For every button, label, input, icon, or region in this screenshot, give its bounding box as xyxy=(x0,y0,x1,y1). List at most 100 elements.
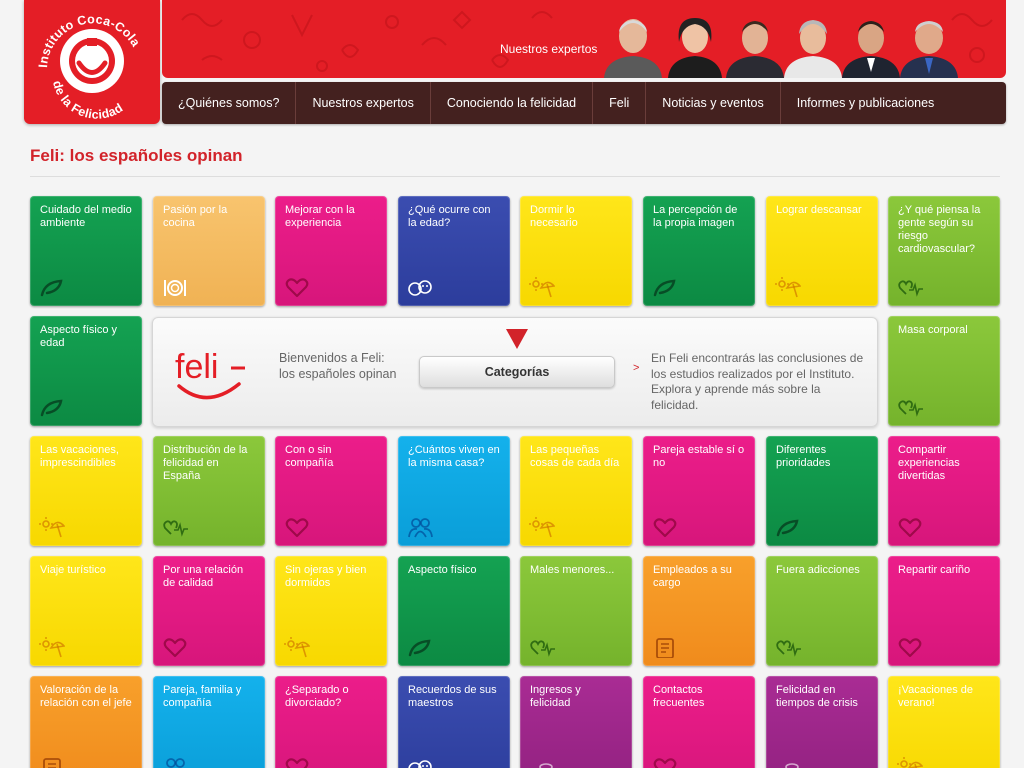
category-tile[interactable]: ¿Cuántos viven en la misma casa? xyxy=(398,436,510,546)
category-tile[interactable]: Cuidado del medio ambiente xyxy=(30,196,142,306)
clipboard-icon xyxy=(43,758,61,768)
nav-item-informes-publicaciones[interactable]: Informes y publicaciones xyxy=(781,82,951,124)
category-tile[interactable]: Aspecto físico y edad xyxy=(30,316,142,426)
category-tile-label: Aspecto físico y edad xyxy=(40,324,118,349)
leaf-icon xyxy=(40,399,63,417)
sun-umbrella-icon xyxy=(284,637,310,658)
category-tile[interactable]: Recuerdos de sus maestros xyxy=(398,676,510,768)
clipboard-icon xyxy=(656,638,674,658)
heart-icon xyxy=(285,278,309,298)
category-tile-label: Masa corporal xyxy=(898,324,968,336)
category-tile[interactable]: Repartir cariño xyxy=(888,556,1000,666)
heart-icon xyxy=(898,518,922,538)
category-tile[interactable]: Las pequeñas cosas de cada día xyxy=(520,436,632,546)
category-tile[interactable]: Viaje turístico xyxy=(30,556,142,666)
people-icon xyxy=(408,518,433,538)
category-tile[interactable]: Con o sin compañía xyxy=(275,436,387,546)
category-tile-label: Recuerdos de sus maestros xyxy=(408,684,497,709)
category-tile-label: Sin ojeras y bien dormidos xyxy=(285,564,367,589)
expert-portrait-1[interactable] xyxy=(602,12,664,78)
banner-experts-label[interactable]: Nuestros expertos xyxy=(500,42,597,56)
category-tile[interactable]: Empleados a su cargo xyxy=(643,556,755,666)
category-tile-label: Pareja estable sí o no xyxy=(653,444,745,469)
category-tile-label: Distribución de la felicidad en España xyxy=(163,444,248,482)
category-tile-label: ¿Y qué piensa la gente según su riesgo c… xyxy=(898,204,981,255)
coins-icon xyxy=(785,763,799,768)
category-tile-label: Aspecto físico xyxy=(408,564,477,576)
category-tile[interactable]: Aspecto físico xyxy=(398,556,510,666)
category-tile[interactable]: Mejorar con la experiencia xyxy=(275,196,387,306)
faces-icon xyxy=(408,760,432,768)
nav-item-feli[interactable]: Feli xyxy=(593,82,647,124)
heartbeat-icon xyxy=(530,640,555,657)
nav-item-quienes-somos[interactable]: ¿Quiénes somos? xyxy=(162,82,297,124)
expert-portrait-5[interactable] xyxy=(840,12,902,78)
heart-icon xyxy=(285,518,309,538)
panel-description: En Feli encontrarás las conclusiones de … xyxy=(651,351,864,412)
category-tile[interactable]: Ingresos y felicidad xyxy=(520,676,632,768)
leaf-icon xyxy=(408,639,431,657)
category-tile[interactable]: Distribución de la felicidad en España xyxy=(153,436,265,546)
category-tile-label: Las pequeñas cosas de cada día xyxy=(530,444,620,469)
category-tile[interactable]: Contactos frecuentes xyxy=(643,676,755,768)
expert-portrait-2[interactable] xyxy=(664,12,726,78)
heart-icon xyxy=(653,518,677,538)
category-tile-label: Viaje turístico xyxy=(40,564,106,576)
category-tile[interactable]: Pareja, familia y compañía xyxy=(153,676,265,768)
category-tile-label: ¿Qué ocurre con la edad? xyxy=(408,204,491,229)
chevron-right-icon: > xyxy=(633,362,640,374)
plate-cutlery-icon xyxy=(164,280,186,296)
category-tile[interactable]: ¿Y qué piensa la gente según su riesgo c… xyxy=(888,196,1000,306)
category-tile[interactable]: Valoración de la relación con el jefe xyxy=(30,676,142,768)
category-tile[interactable]: Dormir lo necesario xyxy=(520,196,632,306)
category-tile[interactable]: ¿Separado o divorciado? xyxy=(275,676,387,768)
leaf-icon xyxy=(776,519,799,537)
heart-icon xyxy=(285,758,309,768)
category-tile-label: Repartir cariño xyxy=(898,564,971,576)
category-tile[interactable]: Las vacaciones, imprescindibles xyxy=(30,436,142,546)
category-tile-label: Diferentes prioridades xyxy=(776,444,831,469)
heart-icon xyxy=(163,638,187,658)
page-title: Feli: los españoles opinan xyxy=(30,146,243,165)
category-tile[interactable]: ¡Vacaciones de verano! xyxy=(888,676,1000,768)
category-tile[interactable]: ¿Qué ocurre con la edad? xyxy=(398,196,510,306)
category-tile-label: Contactos frecuentes xyxy=(653,684,705,709)
category-tile-label: Pasión por la cocina xyxy=(163,204,228,229)
category-tile[interactable]: Diferentes prioridades xyxy=(766,436,878,546)
expert-portrait-6[interactable] xyxy=(898,12,960,78)
experts-banner[interactable]: Nuestros expertos xyxy=(162,0,1006,78)
sun-umbrella-icon xyxy=(39,637,65,658)
category-tile-label: Dormir lo necesario xyxy=(530,204,578,229)
category-tile[interactable]: La percepción de la propia imagen xyxy=(643,196,755,306)
faces-icon xyxy=(408,280,432,296)
category-tile[interactable]: Fuera adicciones xyxy=(766,556,878,666)
coca-cola-institute-logo[interactable]: Instituto Coca-Cola de la Felicidad xyxy=(24,0,160,124)
category-tile[interactable]: Compartir experiencias divertidas xyxy=(888,436,1000,546)
sun-umbrella-icon xyxy=(897,757,923,768)
nav-item-nuestros-expertos[interactable]: Nuestros expertos xyxy=(296,82,431,124)
category-tile[interactable]: Pasión por la cocina xyxy=(153,196,265,306)
nav-item-conociendo-felicidad[interactable]: Conociendo la felicidad xyxy=(431,82,594,124)
category-tile[interactable]: Por una relación de calidad xyxy=(153,556,265,666)
category-tile-label: ¡Vacaciones de verano! xyxy=(898,684,974,709)
categories-button[interactable]: Categorías xyxy=(419,356,615,388)
category-tile[interactable]: Males menores... xyxy=(520,556,632,666)
category-tile[interactable]: Pareja estable sí o no xyxy=(643,436,755,546)
category-tile[interactable]: Felicidad en tiempos de crisis xyxy=(766,676,878,768)
nav-item-noticias-eventos[interactable]: Noticias y eventos xyxy=(646,82,781,124)
category-tile-label: Empleados a su cargo xyxy=(653,564,732,589)
category-tile-label: ¿Separado o divorciado? xyxy=(285,684,349,709)
category-tile-label: Con o sin compañía xyxy=(285,444,334,469)
heart-icon xyxy=(898,638,922,658)
category-tile[interactable]: Masa corporal xyxy=(888,316,1000,426)
category-tile-label: La percepción de la propia imagen xyxy=(653,204,738,229)
title-divider xyxy=(30,176,1000,177)
panel-welcome-text: Bienvenidos a Feli: los españoles opinan xyxy=(279,351,397,381)
category-tile[interactable]: Lograr descansar xyxy=(766,196,878,306)
category-tile-label: Compartir experiencias divertidas xyxy=(898,444,960,482)
category-tile[interactable]: Sin ojeras y bien dormidos xyxy=(275,556,387,666)
expert-portrait-3[interactable] xyxy=(724,12,786,78)
expert-portrait-4[interactable] xyxy=(782,12,844,78)
category-tile-label: Lograr descansar xyxy=(776,204,862,216)
category-tile-label: Fuera adicciones xyxy=(776,564,860,576)
